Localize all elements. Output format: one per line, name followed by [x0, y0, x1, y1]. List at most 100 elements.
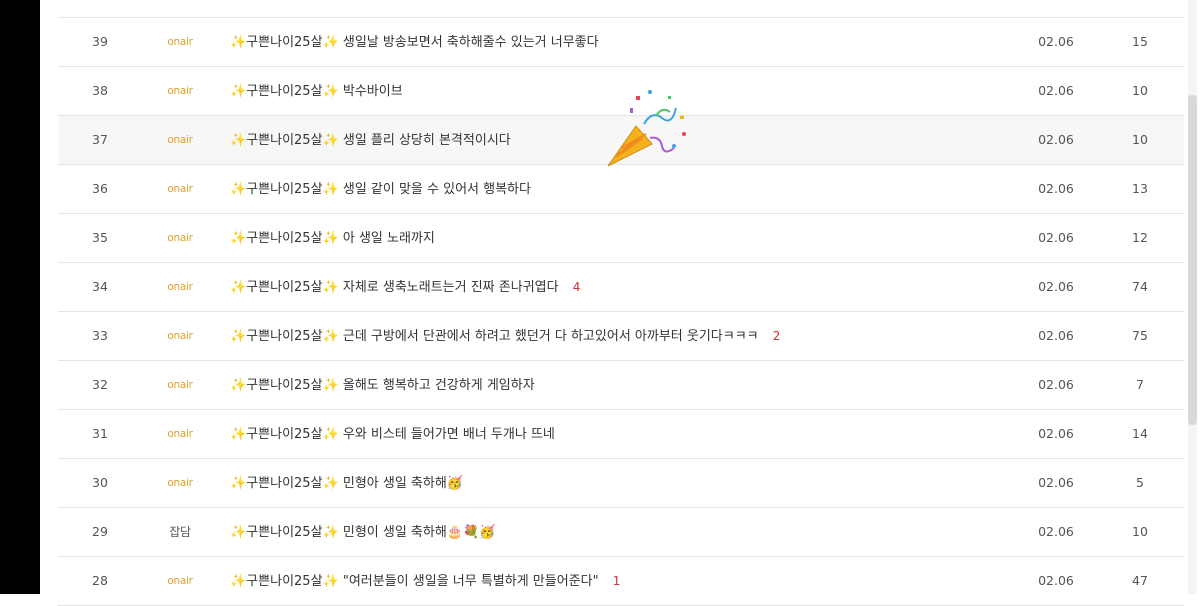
post-number: 36	[92, 181, 108, 196]
table-row[interactable]: 29 잡담 ✨구쁜나이25살✨ 민형이 생일 축하해🎂💐🥳 02.06 10	[58, 508, 1184, 557]
post-title-prefix: ✨구쁜나이25살✨	[230, 231, 339, 246]
post-views: 13	[1132, 181, 1148, 196]
post-date: 02.06	[1038, 524, 1074, 539]
post-number: 28	[92, 573, 108, 588]
post-title[interactable]: 우와 비스테 들어가면 배너 두개나 뜨네	[343, 427, 555, 442]
post-title[interactable]: 박수바이브	[343, 84, 403, 99]
post-date: 02.06	[1038, 328, 1074, 343]
post-title-cell[interactable]: ✨구쁜나이25살✨ 근데 구방에서 단관에서 하려고 했던거 다 하고있어서 아…	[230, 312, 780, 360]
table-row[interactable]: 34 onair ✨구쁜나이25살✨ 자체로 생축노래트는거 진짜 존나귀엽다 …	[58, 263, 1184, 312]
post-date: 02.06	[1038, 230, 1074, 245]
post-title-cell[interactable]: ✨구쁜나이25살✨ 생일날 방송보면서 축하해줄수 있는거 너무좋다	[230, 18, 609, 66]
table-row[interactable]: 39 onair ✨구쁜나이25살✨ 생일날 방송보면서 축하해줄수 있는거 너…	[58, 18, 1184, 67]
post-views: 10	[1132, 132, 1148, 147]
post-number: 29	[92, 524, 108, 539]
table-row[interactable]: 35 onair ✨구쁜나이25살✨ 아 생일 노래까지 02.06 12	[58, 214, 1184, 263]
post-number: 35	[92, 230, 108, 245]
post-category[interactable]: onair	[158, 263, 202, 311]
post-date: 02.06	[1038, 83, 1074, 98]
post-title-cell[interactable]: ✨구쁜나이25살✨ 민형아 생일 축하해🥳	[230, 459, 473, 507]
post-number: 38	[92, 83, 108, 98]
post-category[interactable]: onair	[158, 67, 202, 115]
post-category[interactable]: onair	[158, 459, 202, 507]
post-views: 15	[1132, 34, 1148, 49]
post-title-cell[interactable]: ✨구쁜나이25살✨ 올해도 행복하고 건강하게 게임하자	[230, 361, 545, 409]
post-views: 74	[1132, 279, 1148, 294]
post-title[interactable]: 아 생일 노래까지	[343, 231, 435, 246]
post-number: 34	[92, 279, 108, 294]
post-category[interactable]: 잡담	[158, 508, 202, 556]
post-title[interactable]: "여러분들이 생일을 너무 특별하게 만들어준다"	[343, 574, 599, 589]
post-title-prefix: ✨구쁜나이25살✨	[230, 476, 339, 491]
post-category[interactable]: onair	[158, 410, 202, 458]
post-title-prefix: ✨구쁜나이25살✨	[230, 84, 339, 99]
post-views: 10	[1132, 83, 1148, 98]
post-date: 02.06	[1038, 426, 1074, 441]
post-list-board: 39 onair ✨구쁜나이25살✨ 생일날 방송보면서 축하해줄수 있는거 너…	[58, 0, 1184, 606]
post-title-cell[interactable]: ✨구쁜나이25살✨ 자체로 생축노래트는거 진짜 존나귀엽다 4	[230, 263, 580, 311]
table-row[interactable]: 28 onair ✨구쁜나이25살✨ "여러분들이 생일을 너무 특별하게 만들…	[58, 557, 1184, 606]
scrollbar-thumb[interactable]	[1188, 95, 1197, 425]
post-title-prefix: ✨구쁜나이25살✨	[230, 574, 339, 589]
post-date: 02.06	[1038, 279, 1074, 294]
post-category[interactable]: onair	[158, 361, 202, 409]
post-title-cell[interactable]: ✨구쁜나이25살✨ 아 생일 노래까지	[230, 214, 445, 262]
comment-count[interactable]: 4	[573, 280, 581, 294]
post-views: 5	[1136, 475, 1144, 490]
post-views: 75	[1132, 328, 1148, 343]
post-number: 39	[92, 34, 108, 49]
post-title-cell[interactable]: ✨구쁜나이25살✨ 우와 비스테 들어가면 배너 두개나 뜨네	[230, 410, 565, 458]
post-date: 02.06	[1038, 34, 1074, 49]
post-views: 7	[1136, 377, 1144, 392]
post-title-prefix: ✨구쁜나이25살✨	[230, 280, 339, 295]
post-title-cell[interactable]: ✨구쁜나이25살✨ 생일 플리 상당히 본격적이시다	[230, 116, 521, 164]
party-popper-icon	[607, 90, 686, 167]
post-title-cell[interactable]: ✨구쁜나이25살✨ 생일 같이 맞을 수 있어서 행복하다	[230, 165, 541, 213]
post-title-cell[interactable]: ✨구쁜나이25살✨ "여러분들이 생일을 너무 특별하게 만들어준다" 1	[230, 557, 620, 605]
post-title[interactable]: 민형이 생일 축하해🎂💐🥳	[343, 525, 496, 540]
table-row[interactable]: 36 onair ✨구쁜나이25살✨ 생일 같이 맞을 수 있어서 행복하다 0…	[58, 165, 1184, 214]
post-title-prefix: ✨구쁜나이25살✨	[230, 35, 339, 50]
post-title-cell[interactable]: ✨구쁜나이25살✨ 박수바이브	[230, 67, 413, 115]
post-title[interactable]: 생일 같이 맞을 수 있어서 행복하다	[343, 182, 531, 197]
post-title-prefix: ✨구쁜나이25살✨	[230, 427, 339, 442]
post-title[interactable]: 생일 플리 상당히 본격적이시다	[343, 133, 511, 148]
table-row[interactable]: 30 onair ✨구쁜나이25살✨ 민형아 생일 축하해🥳 02.06 5	[58, 459, 1184, 508]
post-title[interactable]: 올해도 행복하고 건강하게 게임하자	[343, 378, 535, 393]
post-category[interactable]: onair	[158, 165, 202, 213]
post-number: 30	[92, 475, 108, 490]
post-title[interactable]: 생일날 방송보면서 축하해줄수 있는거 너무좋다	[343, 35, 599, 50]
table-row[interactable]: 32 onair ✨구쁜나이25살✨ 올해도 행복하고 건강하게 게임하자 02…	[58, 361, 1184, 410]
post-title[interactable]: 민형아 생일 축하해🥳	[343, 476, 463, 491]
post-date: 02.06	[1038, 377, 1074, 392]
post-title[interactable]: 근데 구방에서 단관에서 하려고 했던거 다 하고있어서 아까부터 웃기다ㅋㅋㅋ	[343, 329, 759, 344]
post-title-prefix: ✨구쁜나이25살✨	[230, 525, 339, 540]
post-category[interactable]: onair	[158, 18, 202, 66]
post-category[interactable]: onair	[158, 312, 202, 360]
post-views: 14	[1132, 426, 1148, 441]
comment-count[interactable]: 1	[613, 574, 621, 588]
post-category[interactable]: onair	[158, 557, 202, 605]
comment-count[interactable]: 2	[773, 329, 781, 343]
post-title-prefix: ✨구쁜나이25살✨	[230, 133, 339, 148]
post-title-prefix: ✨구쁜나이25살✨	[230, 329, 339, 344]
post-date: 02.06	[1038, 181, 1074, 196]
post-number: 37	[92, 132, 108, 147]
post-number: 31	[92, 426, 108, 441]
post-views: 12	[1132, 230, 1148, 245]
post-date: 02.06	[1038, 475, 1074, 490]
post-number: 33	[92, 328, 108, 343]
table-row[interactable]: 31 onair ✨구쁜나이25살✨ 우와 비스테 들어가면 배너 두개나 뜨네…	[58, 410, 1184, 459]
post-category[interactable]: onair	[158, 116, 202, 164]
post-title-cell[interactable]: ✨구쁜나이25살✨ 민형이 생일 축하해🎂💐🥳	[230, 508, 505, 556]
post-title[interactable]: 자체로 생축노래트는거 진짜 존나귀엽다	[343, 280, 559, 295]
post-title-prefix: ✨구쁜나이25살✨	[230, 182, 339, 197]
post-category[interactable]: onair	[158, 214, 202, 262]
post-date: 02.06	[1038, 573, 1074, 588]
table-row[interactable]: 33 onair ✨구쁜나이25살✨ 근데 구방에서 단관에서 하려고 했던거 …	[58, 312, 1184, 361]
post-date: 02.06	[1038, 132, 1074, 147]
post-views: 47	[1132, 573, 1148, 588]
post-title-prefix: ✨구쁜나이25살✨	[230, 378, 339, 393]
post-views: 10	[1132, 524, 1148, 539]
post-number: 32	[92, 377, 108, 392]
